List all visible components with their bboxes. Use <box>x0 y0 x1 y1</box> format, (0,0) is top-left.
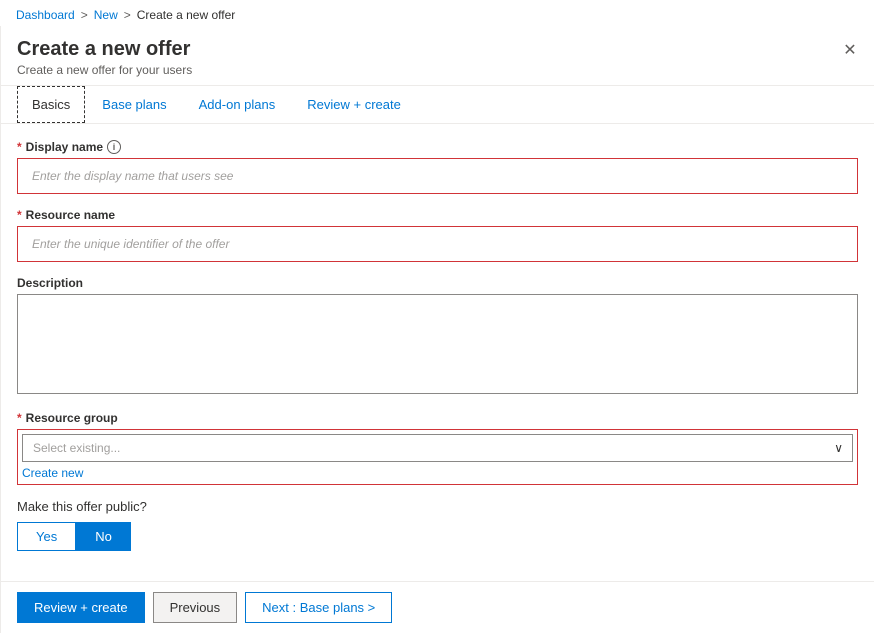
page-container: Dashboard > New > Create a new offer Cre… <box>0 0 874 632</box>
public-toggle-label: Make this offer public? <box>17 499 858 514</box>
display-name-required-star: * <box>17 140 22 154</box>
public-toggle-group: Make this offer public? Yes No <box>17 499 858 551</box>
page-subtitle: Create a new offer for your users <box>17 63 858 77</box>
toggle-buttons: Yes No <box>17 522 858 551</box>
footer: Review + create Previous Next : Base pla… <box>1 581 874 633</box>
breadcrumb-current: Create a new offer <box>137 8 236 22</box>
resource-group-required-star: * <box>17 411 22 425</box>
breadcrumb-sep-2: > <box>124 8 131 22</box>
breadcrumb-sep-1: > <box>81 8 88 22</box>
tab-base-plans[interactable]: Base plans <box>87 86 181 123</box>
tabs-container: Basics Base plans Add-on plans Review + … <box>1 86 874 124</box>
display-name-group: * Display name i <box>17 140 858 194</box>
display-name-input[interactable] <box>22 163 853 189</box>
tab-addon-plans[interactable]: Add-on plans <box>184 86 291 123</box>
resource-name-label-text: Resource name <box>26 208 115 222</box>
description-group: Description <box>17 276 858 397</box>
resource-group-label-text: Resource group <box>26 411 118 425</box>
resource-group-wrapper: Select existing... ∨ Create new <box>17 429 858 485</box>
resource-group-select[interactable]: Select existing... <box>22 434 853 462</box>
breadcrumb-dashboard[interactable]: Dashboard <box>16 8 75 22</box>
page-title: Create a new offer <box>17 38 858 61</box>
tab-review-create[interactable]: Review + create <box>292 86 416 123</box>
tab-basics[interactable]: Basics <box>17 86 85 123</box>
display-name-label: * Display name i <box>17 140 858 154</box>
breadcrumb: Dashboard > New > Create a new offer <box>0 0 874 26</box>
resource-group-label: * Resource group <box>17 411 858 425</box>
resource-name-required-star: * <box>17 208 22 222</box>
panel-header: Create a new offer Create a new offer fo… <box>1 26 874 86</box>
display-name-label-text: Display name <box>26 140 103 154</box>
no-button[interactable]: No <box>76 522 131 551</box>
resource-name-group: * Resource name <box>17 208 858 262</box>
create-new-link[interactable]: Create new <box>22 466 83 480</box>
yes-button[interactable]: Yes <box>17 522 76 551</box>
resource-name-input[interactable] <box>22 231 853 257</box>
resource-group-group: * Resource group Select existing... ∨ Cr… <box>17 411 858 485</box>
description-label-text: Description <box>17 276 83 290</box>
display-name-wrapper <box>17 158 858 194</box>
resource-name-wrapper <box>17 226 858 262</box>
display-name-info-icon[interactable]: i <box>107 140 121 154</box>
review-create-button[interactable]: Review + create <box>17 592 145 623</box>
breadcrumb-new[interactable]: New <box>94 8 118 22</box>
next-button[interactable]: Next : Base plans > <box>245 592 392 623</box>
close-button[interactable]: ✕ <box>838 38 862 62</box>
panel: Create a new offer Create a new offer fo… <box>0 26 874 633</box>
resource-name-label: * Resource name <box>17 208 858 222</box>
resource-group-select-wrapper: Select existing... ∨ <box>22 434 853 462</box>
description-label: Description <box>17 276 858 290</box>
description-textarea[interactable] <box>17 294 858 394</box>
previous-button[interactable]: Previous <box>153 592 238 623</box>
form-content: * Display name i * Resource name <box>1 124 874 581</box>
